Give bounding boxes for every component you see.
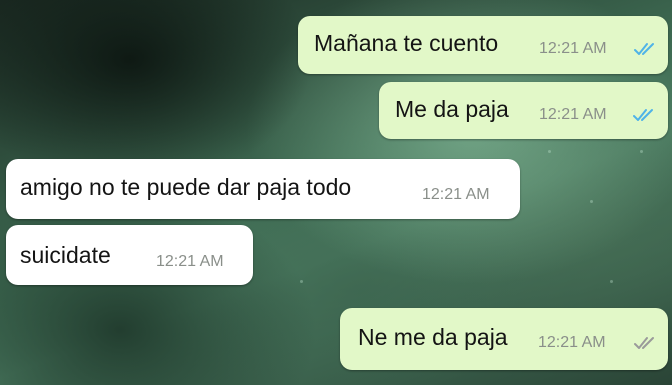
background-speck — [590, 200, 593, 203]
message-text: Me da paja — [395, 96, 509, 122]
message-text: Ne me da paja — [358, 324, 508, 350]
message-text: suicidate — [20, 242, 111, 268]
message-bubble-outgoing[interactable]: Me da paja 12:21 AM — [379, 82, 668, 139]
message-bubble-incoming[interactable]: suicidate 12:21 AM — [6, 225, 253, 285]
message-bubble-outgoing[interactable]: Ne me da paja 12:21 AM — [340, 308, 668, 370]
background-speck — [610, 280, 613, 283]
double-check-blue-icon — [634, 43, 654, 55]
background-speck — [300, 280, 303, 283]
double-check-blue-icon — [633, 109, 653, 121]
message-time: 12:21 AM — [156, 253, 224, 270]
message-bubble-incoming[interactable]: amigo no te puede dar paja todo 12:21 AM — [6, 159, 520, 219]
message-bubble-outgoing[interactable]: Mañana te cuento 12:21 AM — [298, 16, 668, 74]
message-text: amigo no te puede dar paja todo — [20, 174, 352, 200]
message-time: 12:21 AM — [539, 40, 607, 57]
message-time: 12:21 AM — [538, 334, 606, 351]
background-speck — [640, 150, 643, 153]
double-check-gray-icon — [634, 337, 654, 349]
message-time: 12:21 AM — [422, 186, 490, 203]
chat-area: Mañana te cuento 12:21 AM Me da paja 12:… — [0, 0, 672, 385]
background-speck — [548, 150, 551, 153]
message-time: 12:21 AM — [539, 106, 607, 123]
message-text: Mañana te cuento — [314, 30, 499, 56]
